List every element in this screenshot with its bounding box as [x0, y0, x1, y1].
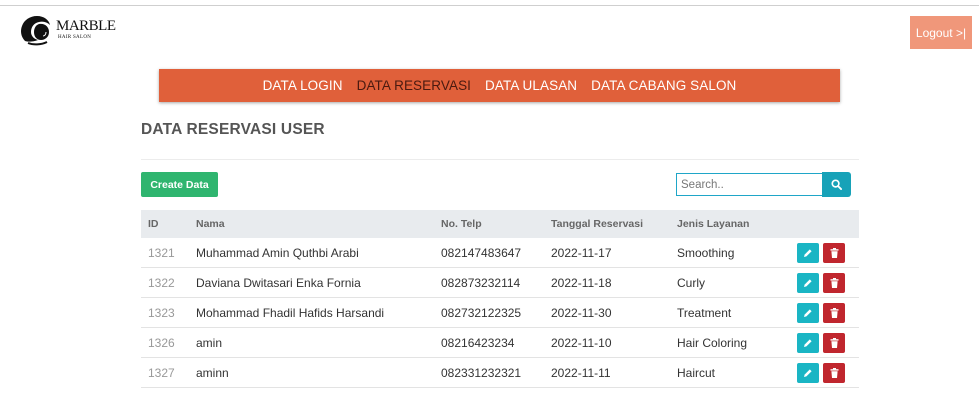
reservation-table: ID Nama No. Telp Tanggal Reservasi Jenis…	[141, 210, 859, 388]
cell-actions	[797, 267, 859, 298]
cell-tanggal: 2022-11-30	[551, 297, 677, 328]
cell-actions	[797, 327, 859, 358]
cell-id: 1323	[141, 297, 196, 328]
trash-icon	[830, 277, 838, 288]
column-header-tanggal: Tanggal Reservasi	[551, 210, 677, 238]
cell-tanggal: 2022-11-17	[551, 238, 677, 268]
edit-button[interactable]	[797, 362, 819, 383]
brand-name: MARBLE	[56, 18, 116, 34]
column-header-id: ID	[141, 210, 196, 238]
top-divider	[0, 5, 979, 6]
pencil-icon	[804, 248, 812, 257]
page-title: DATA RESERVASI USER	[141, 121, 325, 138]
cell-jenis: Treatment	[677, 297, 797, 328]
table-row: 1323 Mohammad Fhadil Hafids Harsandi 082…	[141, 297, 859, 328]
cell-telp: 082147483647	[441, 238, 551, 268]
cell-telp: 082331232321	[441, 357, 551, 388]
main-nav: DATA LOGIN DATA RESERVASI DATA ULASAN DA…	[159, 69, 840, 102]
cell-jenis: Smoothing	[677, 238, 797, 268]
cell-id: 1321	[141, 238, 196, 268]
cell-tanggal: 2022-11-11	[551, 357, 677, 388]
search-button[interactable]	[822, 172, 851, 197]
nav-data-reservasi[interactable]: DATA RESERVASI	[357, 78, 471, 93]
nav-data-cabang-salon[interactable]: DATA CABANG SALON	[591, 78, 736, 93]
brand-subtitle: HAIR SALON	[58, 35, 92, 40]
cell-nama: Mohammad Fhadil Hafids Harsandi	[196, 297, 441, 328]
cell-nama: Daviana Dwitasari Enka Fornia	[196, 267, 441, 298]
edit-button[interactable]	[797, 302, 819, 323]
cell-telp: 082873232114	[441, 267, 551, 298]
search-input[interactable]: Search..	[676, 173, 822, 196]
nav-data-ulasan[interactable]: DATA ULASAN	[485, 78, 577, 93]
trash-icon	[830, 247, 838, 258]
create-data-button[interactable]: Create Data	[141, 172, 218, 197]
table-row: 1327 aminn 082331232321 2022-11-11 Hairc…	[141, 357, 859, 388]
table-header-row: ID Nama No. Telp Tanggal Reservasi Jenis…	[141, 210, 859, 238]
cell-id: 1327	[141, 357, 196, 388]
table-row: 1326 amin 08216423234 2022-11-10 Hair Co…	[141, 327, 859, 358]
cell-nama: Muhammad Amin Quthbi Arabi	[196, 238, 441, 268]
cell-nama: amin	[196, 327, 441, 358]
logout-button[interactable]: Logout >|	[910, 16, 972, 49]
cell-tanggal: 2022-11-18	[551, 267, 677, 298]
column-header-jenis: Jenis Layanan	[677, 210, 797, 238]
edit-button[interactable]	[797, 242, 819, 263]
delete-button[interactable]	[823, 302, 845, 323]
search-icon	[831, 179, 842, 190]
cell-jenis: Curly	[677, 267, 797, 298]
table-row: 1322 Daviana Dwitasari Enka Fornia 08287…	[141, 267, 859, 298]
hair-silhouette-icon	[21, 16, 50, 46]
cell-actions	[797, 357, 859, 388]
cell-telp: 08216423234	[441, 327, 551, 358]
trash-icon	[830, 337, 838, 348]
cell-tanggal: 2022-11-10	[551, 327, 677, 358]
pencil-icon	[804, 278, 812, 287]
cell-actions	[797, 238, 859, 268]
delete-button[interactable]	[823, 242, 845, 263]
pencil-icon	[804, 368, 812, 377]
delete-button[interactable]	[823, 272, 845, 293]
cell-id: 1322	[141, 267, 196, 298]
column-header-telp: No. Telp	[441, 210, 551, 238]
cell-nama: aminn	[196, 357, 441, 388]
cell-jenis: Hair Coloring	[677, 327, 797, 358]
column-header-actions	[797, 210, 859, 238]
delete-button[interactable]	[823, 362, 845, 383]
edit-button[interactable]	[797, 332, 819, 353]
delete-button[interactable]	[823, 332, 845, 353]
trash-icon	[830, 367, 838, 378]
table-row: 1321 Muhammad Amin Quthbi Arabi 08214748…	[141, 238, 859, 268]
cell-telp: 082732122325	[441, 297, 551, 328]
pencil-icon	[804, 338, 812, 347]
cell-jenis: Haircut	[677, 357, 797, 388]
brand-logo[interactable]: MARBLE HAIR SALON	[19, 11, 116, 47]
title-divider	[141, 159, 859, 160]
pencil-icon	[804, 308, 812, 317]
cell-actions	[797, 297, 859, 328]
trash-icon	[830, 307, 838, 318]
column-header-nama: Nama	[196, 210, 441, 238]
nav-data-login[interactable]: DATA LOGIN	[263, 78, 343, 93]
edit-button[interactable]	[797, 272, 819, 293]
cell-id: 1326	[141, 327, 196, 358]
